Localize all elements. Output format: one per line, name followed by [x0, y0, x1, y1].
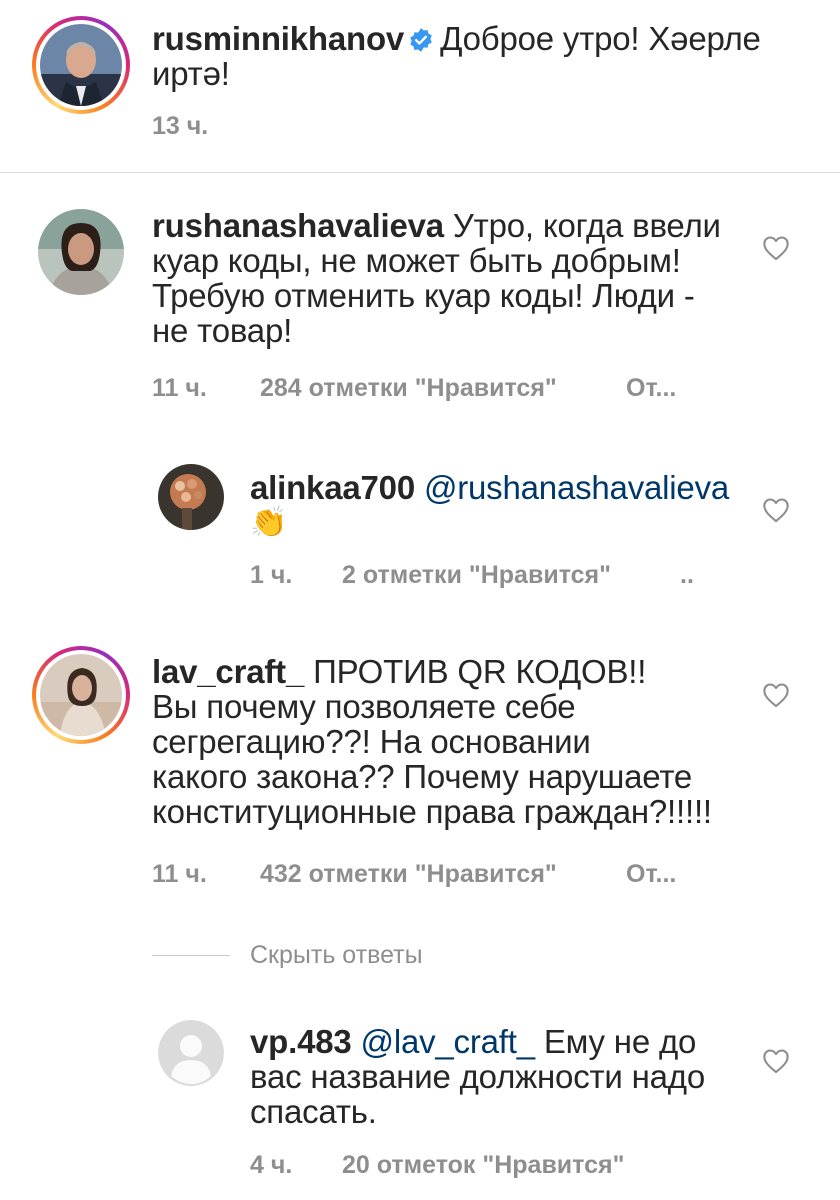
- comment-text-4: vp.483 @lav_craft_ Ему не до вас названи…: [250, 1024, 750, 1129]
- comment-meta-1: 11 ч. 284 отметки "Нравится" От...: [152, 374, 676, 403]
- verified-badge-icon: [410, 28, 432, 52]
- comment-line: вас название должности надо: [250, 1058, 706, 1095]
- post-author-avatar-ring[interactable]: [32, 16, 130, 114]
- comment-timestamp: 11 ч.: [152, 860, 207, 888]
- comment-line: Ему не до: [543, 1023, 697, 1060]
- comment-line: Требую отменить куар коды! Люди -: [152, 277, 695, 314]
- comment-username[interactable]: lav_craft_: [152, 653, 304, 690]
- comment-avatar-vp483[interactable]: [158, 1020, 224, 1086]
- reply-button[interactable]: ..: [680, 561, 694, 590]
- comment-username[interactable]: alinkaa700: [250, 469, 415, 506]
- like-heart-icon[interactable]: [762, 682, 790, 708]
- like-heart-icon[interactable]: [762, 235, 790, 261]
- comment-username[interactable]: rushanashavalieva: [152, 207, 444, 244]
- post-caption-line2: иртә!: [152, 55, 230, 92]
- comment-line: какого закона?? Почему нарушаете: [152, 758, 693, 795]
- post-caption: rusminnikhanov Доброе утро! Хәерле иртә!: [152, 21, 792, 91]
- comment-line: конституционные права граждан?!!!!!: [152, 793, 712, 830]
- comment-likes-count[interactable]: 284 отметки "Нравится": [260, 374, 626, 403]
- hide-replies-line: [152, 955, 230, 956]
- avatar: [40, 654, 122, 736]
- comment-avatar-ring-lav-craft[interactable]: [32, 646, 130, 744]
- comment-line: Вы почему позволяете себе: [152, 688, 576, 725]
- comment-meta-4: 4 ч. 20 отметок "Нравится": [250, 1151, 624, 1180]
- comment-text-2: alinkaa700 @rushanashavalieva: [250, 470, 750, 505]
- post-time: 13 ч.: [152, 112, 208, 141]
- like-heart-icon[interactable]: [762, 497, 790, 523]
- comment-line: спасать.: [250, 1093, 377, 1130]
- mention-link[interactable]: @rushanashavalieva: [424, 469, 729, 506]
- like-heart-icon[interactable]: [762, 1048, 790, 1074]
- comment-line: Утро, когда ввели: [452, 207, 721, 244]
- comment-timestamp: 11 ч.: [152, 374, 207, 402]
- comment-username[interactable]: vp.483: [250, 1023, 352, 1060]
- reply-button[interactable]: От...: [626, 374, 676, 403]
- comment-line: куар коды, не может быть добрым!: [152, 242, 681, 279]
- comment-likes-count[interactable]: 20 отметок "Нравится": [342, 1151, 624, 1180]
- comment-text-1: rushanashavalieva Утро, когда ввели куар…: [152, 208, 752, 348]
- reply-button[interactable]: От...: [626, 860, 676, 889]
- clapping-hands-emoji: 👏: [250, 506, 288, 539]
- comment-meta-2: 1 ч. 2 отметки "Нравится" ..: [250, 561, 694, 590]
- comment-line: сегрегацию??! На основании: [152, 723, 591, 760]
- comment-likes-count[interactable]: 432 отметки "Нравится": [260, 860, 626, 889]
- comment-likes-count[interactable]: 2 отметки "Нравится": [342, 561, 680, 590]
- comment-text-3: lav_craft_ ПРОТИВ QR КОДОВ!! Вы почему п…: [152, 654, 772, 829]
- comment-timestamp: 4 ч.: [250, 1151, 293, 1179]
- avatar: [40, 24, 122, 106]
- comment-meta-3: 11 ч. 432 отметки "Нравится" От...: [152, 860, 676, 889]
- post-caption-line1: Доброе утро! Хәерле: [440, 20, 761, 57]
- mention-link[interactable]: @lav_craft_: [361, 1023, 536, 1060]
- comment-line: ПРОТИВ QR КОДОВ!!: [313, 653, 647, 690]
- comment-avatar-alinkaa700[interactable]: [158, 464, 224, 530]
- post-username[interactable]: rusminnikhanov: [152, 20, 404, 57]
- hide-replies-button[interactable]: Скрыть ответы: [250, 941, 423, 970]
- post-timestamp: 13 ч.: [152, 112, 209, 140]
- caption-divider: [0, 172, 840, 173]
- comment-line: не товар!: [152, 312, 293, 349]
- comment-timestamp: 1 ч.: [250, 561, 293, 589]
- comment-avatar-rushanashavalieva[interactable]: [38, 209, 124, 295]
